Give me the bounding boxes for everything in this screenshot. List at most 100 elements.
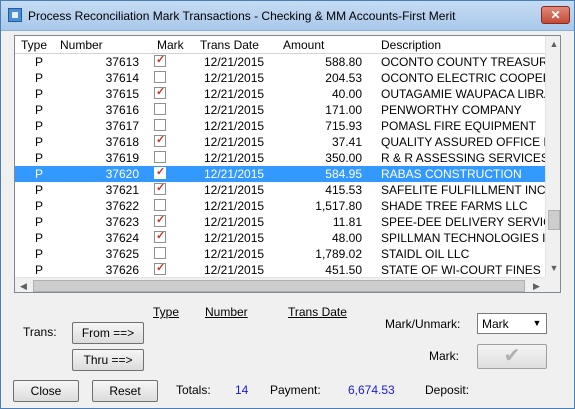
scroll-right-icon[interactable]: ▶ bbox=[528, 278, 545, 292]
table-row[interactable]: P 37614 12/21/2015 204.53 OCONTO ELECTRIC CO… bbox=[15, 70, 545, 86]
table-row[interactable]: P 37622 12/21/2015 1,517.80 SHADE TREE FARMS… bbox=[15, 198, 545, 214]
cell-amount: 451.50 bbox=[325, 263, 362, 277]
cell-type: P bbox=[35, 231, 44, 245]
cell-number: 37623 bbox=[105, 215, 139, 229]
check-icon: ✓ bbox=[156, 183, 166, 194]
cell-type: P bbox=[35, 87, 44, 101]
cell-description: OCONTO ELECTRIC COOPERATIVE bbox=[381, 71, 545, 85]
close-button[interactable]: Close bbox=[13, 380, 79, 402]
cell-trans-date: 12/21/2015 bbox=[204, 151, 265, 165]
table-row[interactable]: P 37625 12/21/2015 1,789.02 STAIDL OIL LLC bbox=[15, 246, 545, 262]
scroll-up-icon[interactable]: ▲ bbox=[546, 36, 560, 53]
table-row[interactable]: P 37624 ✓ 12/21/2015 48.00 SPILLMAN TECHNOLOG… bbox=[15, 230, 545, 246]
mark-unmark-select[interactable]: Mark ▼ bbox=[477, 313, 547, 334]
cell-amount: 1,517.80 bbox=[315, 199, 362, 213]
horizontal-scrollbar[interactable]: ◀ ▶ bbox=[15, 277, 545, 292]
scroll-left-icon[interactable]: ◀ bbox=[15, 278, 32, 292]
totals-value: 14 bbox=[235, 383, 249, 397]
cell-number: 37615 bbox=[105, 87, 139, 101]
cell-amount: 1,789.02 bbox=[315, 247, 362, 261]
cell-number: 37625 bbox=[105, 247, 139, 261]
from-button[interactable]: From ==> bbox=[72, 322, 144, 344]
transactions-grid[interactable]: Type Number Mark Trans Date Amount Descr… bbox=[14, 35, 561, 293]
mark-checkbox[interactable] bbox=[154, 71, 166, 83]
filter-col-trans-date: Trans Date bbox=[288, 305, 347, 319]
cell-description: QUALITY ASSURED OFFICE MACHINES bbox=[381, 135, 545, 149]
mark-checkbox[interactable] bbox=[154, 103, 166, 115]
cell-amount: 715.93 bbox=[325, 119, 362, 133]
cell-description: POMASL FIRE EQUIPMENT bbox=[381, 119, 536, 133]
table-row[interactable]: P 37613 ✓ 12/21/2015 588.80 OCONTO COUNTY TRE… bbox=[15, 54, 545, 70]
col-header-amount[interactable]: Amount bbox=[283, 38, 324, 52]
payment-label: Payment: bbox=[270, 383, 321, 397]
mark-checkbox[interactable] bbox=[154, 199, 166, 211]
cell-number: 37621 bbox=[105, 183, 139, 197]
table-row[interactable]: P 37623 ✓ 12/21/2015 11.81 SPEE-DEE DELIVERY … bbox=[15, 214, 545, 230]
cell-trans-date: 12/21/2015 bbox=[204, 103, 265, 117]
vertical-scrollbar[interactable]: ▲ ▼ bbox=[545, 36, 560, 277]
mark-button[interactable]: ✔ bbox=[477, 344, 547, 369]
cell-number: 37619 bbox=[105, 151, 139, 165]
checkmark-icon: ✔ bbox=[503, 345, 521, 367]
cell-description: OUTAGAMIE WAUPACA LIBRARY bbox=[381, 87, 545, 101]
mark-checkbox[interactable]: ✓ bbox=[154, 55, 166, 67]
table-row[interactable]: P 37621 ✓ 12/21/2015 415.53 SAFELITE FULFILLM… bbox=[15, 182, 545, 198]
cell-description: SAFELITE FULFILLMENT INC. bbox=[381, 183, 545, 197]
cell-amount: 40.00 bbox=[331, 87, 362, 101]
cell-description: SHADE TREE FARMS LLC bbox=[381, 199, 528, 213]
mark-unmark-label: Mark/Unmark: bbox=[385, 317, 461, 331]
cell-trans-date: 12/21/2015 bbox=[204, 135, 265, 149]
col-header-trans-date[interactable]: Trans Date bbox=[200, 38, 259, 52]
cell-type: P bbox=[35, 263, 44, 277]
mark-checkbox[interactable]: ✓ bbox=[154, 231, 166, 243]
check-icon: ✓ bbox=[156, 231, 166, 242]
thru-button[interactable]: Thru ==> bbox=[72, 349, 144, 371]
vertical-scroll-thumb[interactable] bbox=[548, 210, 560, 230]
cell-number: 37620 bbox=[105, 167, 139, 181]
cell-trans-date: 12/21/2015 bbox=[204, 71, 265, 85]
mark-checkbox[interactable]: ✓ bbox=[154, 183, 166, 195]
col-header-type[interactable]: Type bbox=[21, 38, 47, 52]
cell-type: P bbox=[35, 247, 44, 261]
table-row[interactable]: P 37615 ✓ 12/21/2015 40.00 OUTAGAMIE WAUPACA … bbox=[15, 86, 545, 102]
col-header-number[interactable]: Number bbox=[60, 38, 103, 52]
table-row[interactable]: P 37619 12/21/2015 350.00 R & R ASSESSING SE… bbox=[15, 150, 545, 166]
mark-checkbox[interactable]: ✓ bbox=[154, 263, 166, 275]
chevron-down-icon[interactable]: ▼ bbox=[529, 315, 545, 332]
cell-amount: 350.00 bbox=[325, 151, 362, 165]
horizontal-scroll-thumb[interactable] bbox=[33, 280, 525, 292]
col-header-description[interactable]: Description bbox=[381, 38, 441, 52]
cell-trans-date: 12/21/2015 bbox=[204, 55, 265, 69]
table-row[interactable]: P 37616 12/21/2015 171.00 PENWORTHY COMPANY bbox=[15, 102, 545, 118]
mark-checkbox[interactable]: ✓ bbox=[154, 135, 166, 147]
cell-description: OCONTO COUNTY TREASURER bbox=[381, 55, 545, 69]
cell-trans-date: 12/21/2015 bbox=[204, 87, 265, 101]
cell-description: PENWORTHY COMPANY bbox=[381, 103, 522, 117]
window-title: Process Reconciliation Mark Transactions… bbox=[28, 9, 456, 23]
grid-rows: P 37613 ✓ 12/21/2015 588.80 OCONTO COUNTY TRE… bbox=[15, 54, 545, 277]
mark-checkbox[interactable] bbox=[154, 151, 166, 163]
cell-number: 37613 bbox=[105, 55, 139, 69]
cell-amount: 204.53 bbox=[325, 71, 362, 85]
cell-trans-date: 12/21/2015 bbox=[204, 119, 265, 133]
mark-checkbox[interactable] bbox=[154, 247, 166, 259]
cell-amount: 588.80 bbox=[325, 55, 362, 69]
close-window-button[interactable]: ✕ bbox=[541, 6, 570, 24]
col-header-mark[interactable]: Mark bbox=[157, 38, 184, 52]
trans-label: Trans: bbox=[23, 325, 57, 339]
table-row[interactable]: P 37620 ✓ 12/21/2015 584.95 RABAS CONSTRUCTIO… bbox=[15, 166, 545, 182]
table-row[interactable]: P 37617 12/21/2015 715.93 POMASL FIRE EQUIPM… bbox=[15, 118, 545, 134]
mark-checkbox[interactable]: ✓ bbox=[154, 87, 166, 99]
mark-checkbox[interactable]: ✓ bbox=[154, 167, 166, 179]
table-row[interactable]: P 37626 ✓ 12/21/2015 451.50 STATE OF WI-COURT… bbox=[15, 262, 545, 277]
cell-amount: 11.81 bbox=[332, 215, 362, 229]
mark-checkbox[interactable] bbox=[154, 119, 166, 131]
reset-button[interactable]: Reset bbox=[92, 380, 158, 402]
mark-checkbox[interactable]: ✓ bbox=[154, 215, 166, 227]
title-bar: Process Reconciliation Mark Transactions… bbox=[1, 1, 574, 31]
cell-number: 37618 bbox=[105, 135, 139, 149]
scroll-down-icon[interactable]: ▼ bbox=[546, 260, 560, 277]
cell-amount: 48.00 bbox=[331, 231, 362, 245]
table-row[interactable]: P 37618 ✓ 12/21/2015 37.41 QUALITY ASSURED OF… bbox=[15, 134, 545, 150]
mark-unmark-value: Mark bbox=[482, 317, 509, 331]
